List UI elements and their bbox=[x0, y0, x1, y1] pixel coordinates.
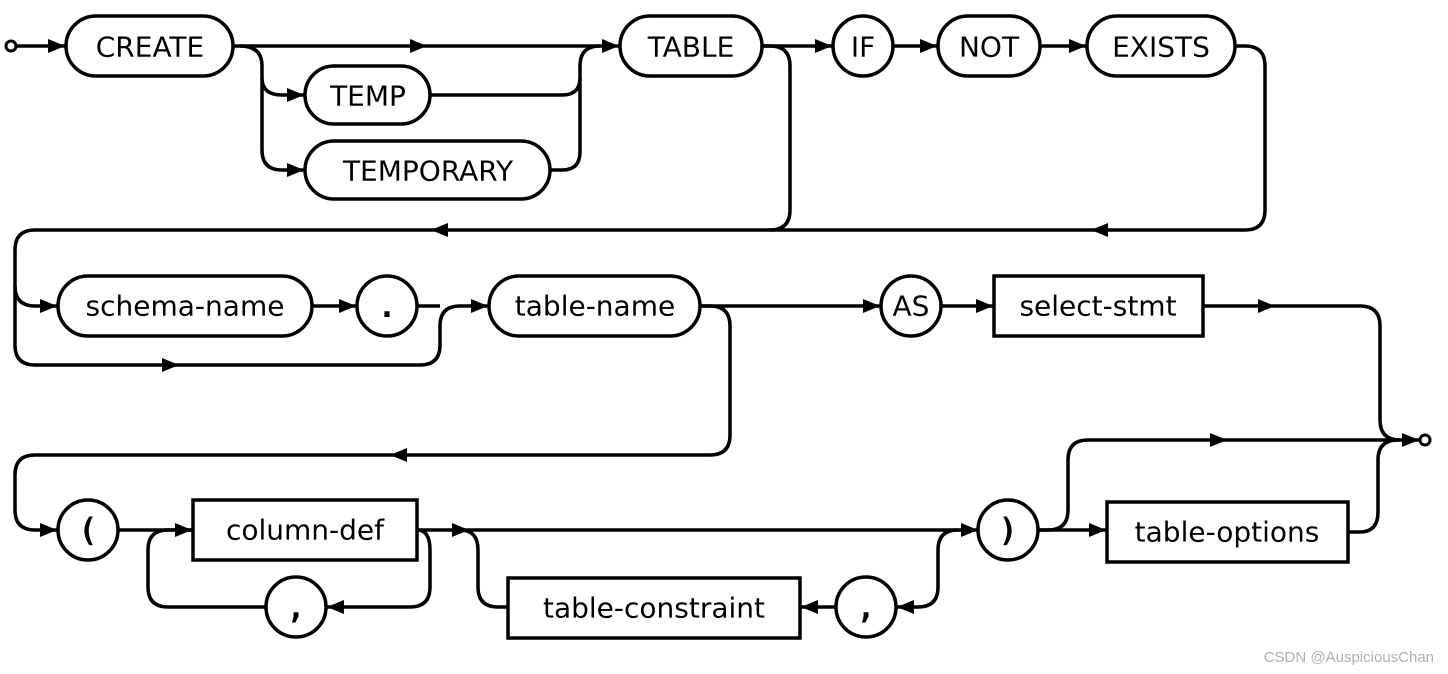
arrow-icon bbox=[1210, 433, 1227, 447]
svg-text:EXISTS: EXISTS bbox=[1112, 31, 1210, 64]
arrow-icon bbox=[162, 358, 179, 372]
keyword-comma-constraint: , bbox=[834, 575, 898, 639]
keyword-if: IF bbox=[831, 14, 895, 78]
arrow-icon bbox=[327, 600, 344, 614]
svg-text:table-name: table-name bbox=[515, 290, 675, 323]
table-constraint-node: table-constraint bbox=[506, 576, 802, 640]
keyword-table: TABLE bbox=[618, 14, 764, 78]
arrow-icon bbox=[897, 600, 914, 614]
end-terminal bbox=[1418, 433, 1432, 447]
table-name-node: table-name bbox=[487, 274, 702, 338]
svg-text:AS: AS bbox=[893, 290, 930, 323]
svg-text:IF: IF bbox=[851, 31, 875, 64]
svg-text:,: , bbox=[856, 588, 875, 626]
keyword-close-paren: ) bbox=[976, 498, 1040, 562]
arrow-icon bbox=[410, 39, 427, 53]
keyword-open-paren: ( bbox=[56, 498, 120, 562]
arrow-icon bbox=[1091, 223, 1108, 237]
arrow-icon bbox=[602, 39, 619, 53]
svg-text:schema-name: schema-name bbox=[86, 290, 285, 323]
svg-text:table-options: table-options bbox=[1135, 516, 1320, 549]
keyword-temporary: TEMPORARY bbox=[303, 139, 552, 201]
arrow-icon bbox=[1402, 433, 1419, 447]
arrow-icon bbox=[175, 523, 192, 537]
arrow-icon bbox=[801, 600, 818, 614]
svg-text:table-constraint: table-constraint bbox=[543, 592, 765, 625]
arrow-icon bbox=[863, 299, 880, 313]
create-table-railroad-diagram: CREATE TEMP TEMPORARY TABLE IF NOT EXIST… bbox=[4, 14, 1434, 666]
arrow-icon bbox=[976, 299, 993, 313]
keyword-dot: . bbox=[355, 274, 419, 338]
start-terminal bbox=[4, 39, 18, 53]
arrow-icon bbox=[1069, 39, 1086, 53]
svg-text:column-def: column-def bbox=[226, 514, 385, 547]
svg-text:TABLE: TABLE bbox=[647, 31, 735, 64]
svg-text:): ) bbox=[998, 511, 1017, 549]
column-def-node: column-def bbox=[191, 498, 419, 562]
keyword-exists: EXISTS bbox=[1085, 14, 1237, 78]
arrow-icon bbox=[287, 163, 304, 177]
arrow-icon bbox=[1258, 299, 1275, 313]
keyword-temp: TEMP bbox=[303, 64, 432, 126]
arrow-icon bbox=[961, 523, 978, 537]
arrow-icon bbox=[339, 299, 356, 313]
arrow-icon bbox=[815, 39, 832, 53]
select-stmt-node: select-stmt bbox=[992, 274, 1205, 338]
arrow-icon bbox=[471, 299, 488, 313]
svg-text:TEMPORARY: TEMPORARY bbox=[342, 155, 514, 188]
arrow-icon bbox=[390, 448, 407, 462]
arrow-icon bbox=[920, 39, 937, 53]
svg-text:,: , bbox=[286, 588, 305, 626]
arrow-icon bbox=[40, 299, 57, 313]
svg-text:TEMP: TEMP bbox=[329, 80, 406, 113]
watermark: CSDN @AuspiciousChan bbox=[1264, 649, 1434, 666]
svg-text:NOT: NOT bbox=[959, 31, 1020, 64]
svg-text:(: ( bbox=[78, 511, 97, 549]
schema-name-node: schema-name bbox=[56, 274, 314, 338]
table-options-node: table-options bbox=[1105, 500, 1350, 564]
arrow-icon bbox=[40, 523, 57, 537]
keyword-comma-column: , bbox=[264, 575, 328, 639]
svg-text:CREATE: CREATE bbox=[96, 31, 204, 64]
keyword-not: NOT bbox=[936, 14, 1042, 78]
keyword-as: AS bbox=[879, 274, 943, 338]
svg-text:.: . bbox=[377, 287, 396, 325]
svg-text:select-stmt: select-stmt bbox=[1019, 290, 1176, 323]
arrow-icon bbox=[1089, 523, 1106, 537]
arrow-icon bbox=[287, 88, 304, 102]
arrow-icon bbox=[452, 523, 469, 537]
arrow-icon bbox=[431, 223, 448, 237]
arrow-icon bbox=[48, 39, 65, 53]
keyword-create: CREATE bbox=[64, 14, 235, 78]
